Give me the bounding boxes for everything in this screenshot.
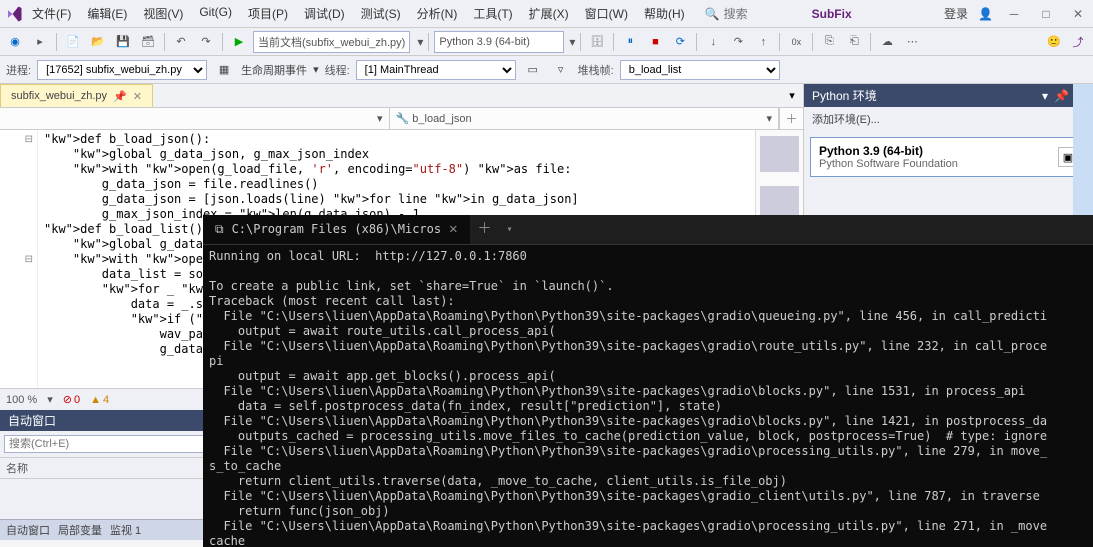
minimize-button[interactable]: ─ xyxy=(1003,3,1025,25)
stack-combo[interactable]: b_load_list xyxy=(620,60,780,80)
bottom-tab-watch[interactable]: 监视 1 xyxy=(110,522,141,538)
terminal-dropdown-icon[interactable]: ▾ xyxy=(500,215,520,244)
cloud-icon[interactable]: ☁ xyxy=(876,31,898,53)
add-env-link[interactable]: 添加环境(E)... xyxy=(804,107,1093,131)
bottom-tab-locals[interactable]: 局部变量 xyxy=(58,522,102,538)
search-icon: 🔍 xyxy=(705,7,720,21)
new-file-icon[interactable]: 📄 xyxy=(62,31,84,53)
scope-combo-left[interactable]: ▾ xyxy=(0,108,390,129)
app-title: SubFix xyxy=(812,7,852,21)
undo-icon[interactable]: ↶ xyxy=(170,31,192,53)
scope-combo-right[interactable]: 🔧 b_load_json▾ xyxy=(390,108,780,129)
nav-back-icon[interactable]: ◉ xyxy=(4,31,26,53)
ext1-icon[interactable]: ⎘ xyxy=(818,31,840,53)
hex-icon[interactable]: 0x xyxy=(785,31,807,53)
stack-label: 堆栈帧: xyxy=(578,62,614,78)
menu-w[interactable]: 窗口(W) xyxy=(577,1,636,26)
user-icon[interactable]: 👤 xyxy=(978,7,993,21)
close-button[interactable]: ✕ xyxy=(1067,3,1089,25)
error-count[interactable]: ⊘ 0 xyxy=(63,393,80,406)
open-icon[interactable]: 📂 xyxy=(87,31,109,53)
share-icon[interactable]: ⤴ xyxy=(1067,31,1089,53)
thread-icon1[interactable]: ▭ xyxy=(522,59,544,81)
env-card-sub: Python Software Foundation xyxy=(819,158,958,170)
env-card[interactable]: Python 3.9 (64-bit) Python Software Foun… xyxy=(810,137,1087,177)
python-env-combo[interactable]: Python 3.9 (64-bit) xyxy=(434,31,564,53)
ext2-icon[interactable]: ⎗ xyxy=(843,31,865,53)
menu-t[interactable]: 工具(T) xyxy=(465,1,520,26)
db-icon[interactable]: 🗄 xyxy=(586,31,608,53)
pause-icon[interactable]: ⏸ xyxy=(619,31,641,53)
cmd-icon: ⧉ xyxy=(215,222,224,237)
restart-icon[interactable]: ⟳ xyxy=(669,31,691,53)
menu-n[interactable]: 分析(N) xyxy=(409,1,466,26)
thread-icon2[interactable]: ▿ xyxy=(550,59,572,81)
menu-e[interactable]: 编辑(E) xyxy=(79,1,135,26)
terminal-tab-close-icon[interactable]: ✕ xyxy=(449,222,457,237)
terminal-tab[interactable]: ⧉ C:\Program Files (x86)\Micros ✕ xyxy=(203,215,470,244)
process-combo[interactable]: [17652] subfix_webui_zh.py xyxy=(37,60,207,80)
menu-s[interactable]: 测试(S) xyxy=(353,1,409,26)
tab-nav-icon[interactable]: ▾ xyxy=(781,84,803,106)
env-card-title: Python 3.9 (64-bit) xyxy=(819,144,958,158)
nav-fwd-icon: ▸ xyxy=(29,31,51,53)
warning-count[interactable]: ▲ 4 xyxy=(90,394,109,406)
menu-d[interactable]: 调试(D) xyxy=(296,1,353,26)
process-label: 进程: xyxy=(6,62,31,78)
panel-dropdown-icon[interactable]: ▾ xyxy=(1042,89,1048,103)
menu-p[interactable]: 项目(P) xyxy=(240,1,296,26)
step-into-icon[interactable]: ↓ xyxy=(702,31,724,53)
file-tab-label: subfix_webui_zh.py xyxy=(11,90,107,102)
thread-combo[interactable]: [1] MainThread xyxy=(356,60,516,80)
stop-icon[interactable]: ■ xyxy=(644,31,666,53)
login-link[interactable]: 登录 xyxy=(944,5,968,22)
menu-v[interactable]: 视图(V) xyxy=(135,1,191,26)
terminal-output[interactable]: Running on local URL: http://127.0.0.1:7… xyxy=(203,245,1093,547)
lifecycle-icon[interactable]: ▦ xyxy=(213,59,235,81)
maximize-button[interactable]: □ xyxy=(1035,3,1057,25)
save-all-icon[interactable]: 🗃 xyxy=(137,31,159,53)
step-out-icon[interactable]: ↑ xyxy=(752,31,774,53)
lifecycle-label: 生命周期事件 xyxy=(241,62,307,78)
zoom-level[interactable]: 100 % xyxy=(6,394,37,406)
env-panel-title: Python 环境 xyxy=(812,87,877,104)
add-combo-icon[interactable]: ＋ xyxy=(779,108,803,129)
bottom-tab-auto[interactable]: 自动窗口 xyxy=(6,522,50,538)
terminal-new-tab[interactable]: ＋ xyxy=(470,215,500,244)
search-input[interactable] xyxy=(724,7,804,21)
thread-label: 线程: xyxy=(325,62,350,78)
terminal-tab-title: C:\Program Files (x86)\Micros xyxy=(232,222,442,237)
redo-icon[interactable]: ↷ xyxy=(195,31,217,53)
vs-logo-icon xyxy=(4,4,24,24)
step-over-icon[interactable]: ↷ xyxy=(727,31,749,53)
save-icon[interactable]: 💾 xyxy=(112,31,134,53)
menu-x[interactable]: 扩展(X) xyxy=(521,1,577,26)
context-combo[interactable]: 当前文档(subfix_webui_zh.py) xyxy=(253,31,410,53)
menu-h[interactable]: 帮助(H) xyxy=(636,1,693,26)
menu-gitg[interactable]: Git(G) xyxy=(191,1,240,26)
menu-f[interactable]: 文件(F) xyxy=(24,1,79,26)
feedback-icon[interactable]: 🙂 xyxy=(1043,31,1065,53)
pin-icon[interactable]: 📌 xyxy=(113,90,127,103)
tab-close-icon[interactable]: ✕ xyxy=(133,90,142,103)
menu-dots-icon[interactable]: ⋯ xyxy=(901,31,923,53)
file-tab[interactable]: subfix_webui_zh.py 📌 ✕ xyxy=(0,84,153,107)
continue-icon[interactable]: ▶ xyxy=(228,31,250,53)
